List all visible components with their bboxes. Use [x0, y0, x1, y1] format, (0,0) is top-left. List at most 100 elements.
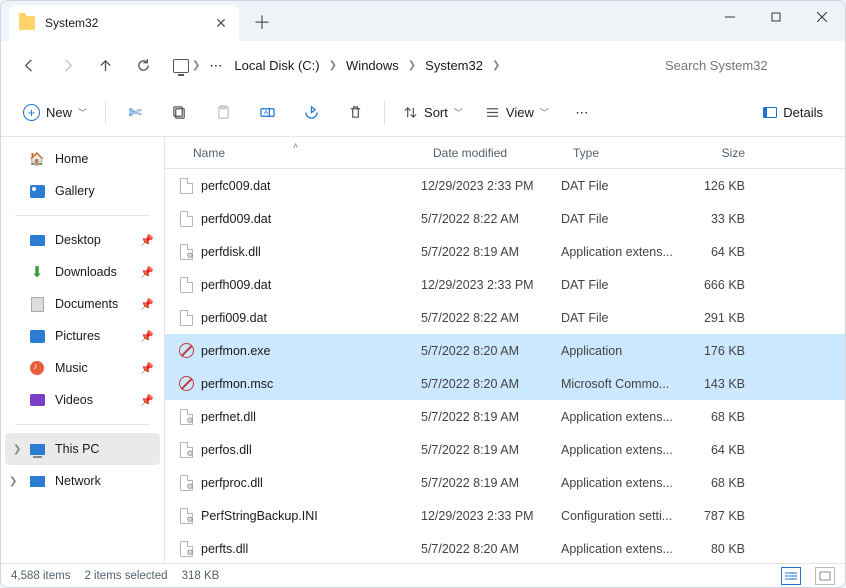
file-row[interactable]: perfmon.exe5/7/2022 8:20 AMApplication17…: [165, 334, 845, 367]
file-size: 64 KB: [679, 245, 757, 259]
file-row[interactable]: perfmon.msc5/7/2022 8:20 AMMicrosoft Com…: [165, 367, 845, 400]
details-pane-button[interactable]: Details: [755, 96, 831, 130]
tab-system32[interactable]: System32 ✕: [9, 5, 239, 41]
scissors-icon: ✄: [128, 103, 141, 123]
file-date: 5/7/2022 8:19 AM: [421, 476, 561, 490]
delete-button[interactable]: [336, 96, 374, 130]
file-type: Application extens...: [561, 245, 679, 259]
column-header-type[interactable]: Type: [561, 146, 679, 160]
column-header-date[interactable]: Date modified: [421, 146, 561, 160]
pictures-icon: [29, 328, 45, 344]
file-row[interactable]: perfd009.dat5/7/2022 8:22 AMDAT File33 K…: [165, 202, 845, 235]
file-icon: [177, 474, 195, 492]
file-icon: [177, 276, 195, 294]
crumb-system32[interactable]: System32: [419, 49, 489, 83]
file-row[interactable]: PerfStringBackup.INI12/29/2023 2:33 PMCo…: [165, 499, 845, 532]
pc-icon: [29, 441, 45, 457]
more-button[interactable]: ⋯: [563, 96, 601, 130]
search-placeholder: Search System32: [665, 58, 768, 73]
chevron-right-icon[interactable]: ❯: [13, 444, 21, 455]
chevron-down-icon: ﹀: [540, 106, 549, 119]
sidebar-item-music[interactable]: Music📌: [1, 352, 164, 384]
sidebar-item-this-pc[interactable]: ❯This PC: [5, 433, 160, 465]
body: 🏠Home Gallery Desktop📌 ⬇Downloads📌 Docum…: [1, 137, 845, 563]
download-icon: ⬇: [29, 264, 45, 280]
share-button[interactable]: [292, 96, 330, 130]
chevron-right-icon[interactable]: ❯: [9, 476, 17, 487]
pin-icon: 📌: [140, 330, 154, 343]
refresh-button[interactable]: [125, 48, 161, 84]
file-row[interactable]: perfproc.dll5/7/2022 8:19 AMApplication …: [165, 466, 845, 499]
forward-button[interactable]: [49, 48, 85, 84]
file-size: 33 KB: [679, 212, 757, 226]
file-icon: [177, 441, 195, 459]
file-row[interactable]: perfh009.dat12/29/2023 2:33 PMDAT File66…: [165, 268, 845, 301]
back-button[interactable]: [11, 48, 47, 84]
sidebar-item-desktop[interactable]: Desktop📌: [1, 224, 164, 256]
crumb-local-disk[interactable]: Local Disk (C:): [228, 49, 325, 83]
file-date: 5/7/2022 8:19 AM: [421, 410, 561, 424]
explorer-window: System32 ✕ ＋ ❯ ⋯ Local Disk (C:) ❯ Windo…: [0, 0, 846, 588]
file-name: perfos.dll: [201, 443, 421, 457]
sidebar-item-network[interactable]: ❯Network: [1, 465, 164, 497]
pin-icon: 📌: [140, 362, 154, 375]
gallery-icon: [29, 183, 45, 199]
file-row[interactable]: perfc009.dat12/29/2023 2:33 PMDAT File12…: [165, 169, 845, 202]
file-row[interactable]: perfts.dll5/7/2022 8:20 AMApplication ex…: [165, 532, 845, 563]
file-date: 5/7/2022 8:19 AM: [421, 443, 561, 457]
status-bar: 4,588 items 2 items selected 318 KB: [1, 563, 845, 587]
status-selsize: 318 KB: [182, 570, 220, 582]
chevron-right-icon[interactable]: ❯: [489, 60, 503, 71]
sort-button[interactable]: Sort ﹀: [395, 96, 471, 130]
file-type: Application extens...: [561, 410, 679, 424]
file-name: perfmon.exe: [201, 344, 421, 358]
maximize-button[interactable]: [753, 1, 799, 33]
file-name: perfnet.dll: [201, 410, 421, 424]
file-name: perfmon.msc: [201, 377, 421, 391]
file-icon: [177, 540, 195, 558]
tab-title: System32: [45, 16, 213, 30]
sidebar-item-gallery[interactable]: Gallery: [1, 175, 164, 207]
crumb-ellipsis[interactable]: ⋯: [203, 49, 228, 83]
close-window-button[interactable]: [799, 1, 845, 33]
column-header-size[interactable]: Size: [679, 146, 757, 160]
chevron-right-icon[interactable]: ❯: [326, 60, 340, 71]
copy-button[interactable]: [160, 96, 198, 130]
file-size: 291 KB: [679, 311, 757, 325]
view-thumbnails-toggle[interactable]: [815, 567, 835, 585]
rows-container[interactable]: perfc009.dat12/29/2023 2:33 PMDAT File12…: [165, 169, 845, 563]
copy-icon: [172, 105, 187, 120]
list-header: ˄Name Date modified Type Size: [165, 137, 845, 169]
breadcrumb[interactable]: ❯ ⋯ Local Disk (C:) ❯ Windows ❯ System32…: [169, 49, 503, 83]
sidebar-item-pictures[interactable]: Pictures📌: [1, 320, 164, 352]
file-name: perfproc.dll: [201, 476, 421, 490]
sidebar-item-home[interactable]: 🏠Home: [1, 143, 164, 175]
file-row[interactable]: perfdisk.dll5/7/2022 8:19 AMApplication …: [165, 235, 845, 268]
new-tab-button[interactable]: ＋: [245, 5, 279, 39]
paste-button[interactable]: [204, 96, 242, 130]
file-row[interactable]: perfos.dll5/7/2022 8:19 AMApplication ex…: [165, 433, 845, 466]
column-header-name[interactable]: ˄Name: [165, 146, 421, 160]
chevron-right-icon[interactable]: ❯: [405, 60, 419, 71]
sidebar-item-downloads[interactable]: ⬇Downloads📌: [1, 256, 164, 288]
new-button[interactable]: + New ﹀: [15, 96, 95, 130]
file-date: 5/7/2022 8:20 AM: [421, 377, 561, 391]
sidebar-item-documents[interactable]: Documents📌: [1, 288, 164, 320]
file-size: 68 KB: [679, 410, 757, 424]
up-button[interactable]: [87, 48, 123, 84]
sidebar-item-videos[interactable]: Videos📌: [1, 384, 164, 416]
file-date: 12/29/2023 2:33 PM: [421, 509, 561, 523]
file-date: 12/29/2023 2:33 PM: [421, 179, 561, 193]
ellipsis-icon: ⋯: [575, 105, 588, 121]
search-input[interactable]: Search System32: [655, 50, 835, 82]
file-row[interactable]: perfi009.dat5/7/2022 8:22 AMDAT File291 …: [165, 301, 845, 334]
crumb-windows[interactable]: Windows: [340, 49, 405, 83]
file-row[interactable]: perfnet.dll5/7/2022 8:19 AMApplication e…: [165, 400, 845, 433]
cut-button[interactable]: ✄: [116, 96, 154, 130]
view-details-toggle[interactable]: [781, 567, 801, 585]
close-tab-icon[interactable]: ✕: [213, 15, 229, 31]
minimize-button[interactable]: [707, 1, 753, 33]
view-button[interactable]: View ﹀: [477, 96, 557, 130]
rename-button[interactable]: A: [248, 96, 286, 130]
chevron-right-icon[interactable]: ❯: [189, 60, 203, 71]
